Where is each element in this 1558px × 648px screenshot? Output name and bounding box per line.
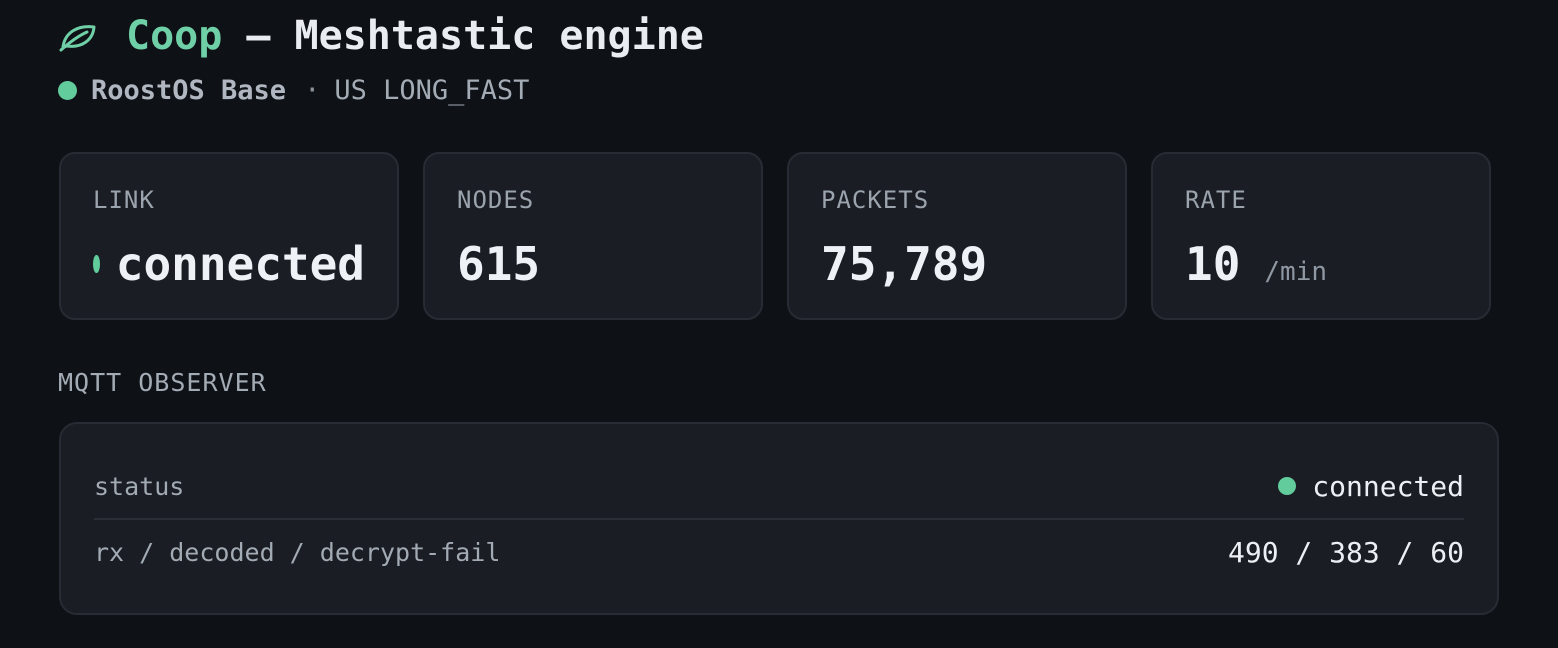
region-preset: US LONG_FAST: [334, 74, 530, 106]
mqtt-observer-panel: status connected rx / decoded / decrypt-…: [59, 422, 1499, 615]
stat-value: 75,789: [821, 237, 988, 291]
stat-card-link: LINK connected: [59, 152, 399, 320]
status-dot-icon: [93, 255, 100, 273]
observer-key: status: [94, 471, 185, 501]
device-info: RoostOS Base · US LONG_FAST: [58, 72, 529, 108]
leaf-icon: [58, 20, 98, 52]
separator: ·: [304, 74, 321, 106]
observer-row-status: status connected: [94, 454, 1464, 520]
page-title: Coop — Meshtastic engine: [58, 12, 704, 60]
stat-value: 10: [1185, 237, 1241, 291]
observer-row-counts: rx / decoded / decrypt-fail 490 / 383 / …: [94, 520, 1464, 584]
section-heading-mqtt: MQTT OBSERVER: [58, 368, 267, 397]
stat-label: RATE: [1185, 186, 1247, 214]
stat-unit: /min: [1264, 257, 1328, 287]
status-dot-icon: [58, 80, 77, 100]
observer-value: connected: [1278, 470, 1464, 503]
stat-card-nodes: NODES 615: [423, 152, 763, 320]
stat-card-packets: PACKETS 75,789: [787, 152, 1127, 320]
observer-status-text: connected: [1312, 469, 1464, 503]
observer-key: rx / decoded / decrypt-fail: [94, 537, 501, 567]
device-name: RoostOS Base: [91, 74, 287, 106]
app-name: Coop: [126, 13, 223, 59]
stats-cards: LINK connected NODES 615 PACKETS 75,789 …: [59, 152, 1491, 320]
stat-label: NODES: [457, 186, 535, 214]
stat-label: PACKETS: [821, 186, 930, 214]
stat-card-rate: RATE 10 /min: [1151, 152, 1491, 320]
stat-value: connected: [115, 237, 365, 291]
stat-value: 615: [457, 237, 541, 291]
app-subtitle: — Meshtastic engine: [246, 13, 704, 59]
status-dot-icon: [1278, 477, 1297, 495]
observer-value: 490 / 383 / 60: [1227, 535, 1464, 569]
stat-label: LINK: [93, 186, 155, 214]
page: Coop — Meshtastic engine RoostOS Base · …: [0, 0, 1558, 648]
